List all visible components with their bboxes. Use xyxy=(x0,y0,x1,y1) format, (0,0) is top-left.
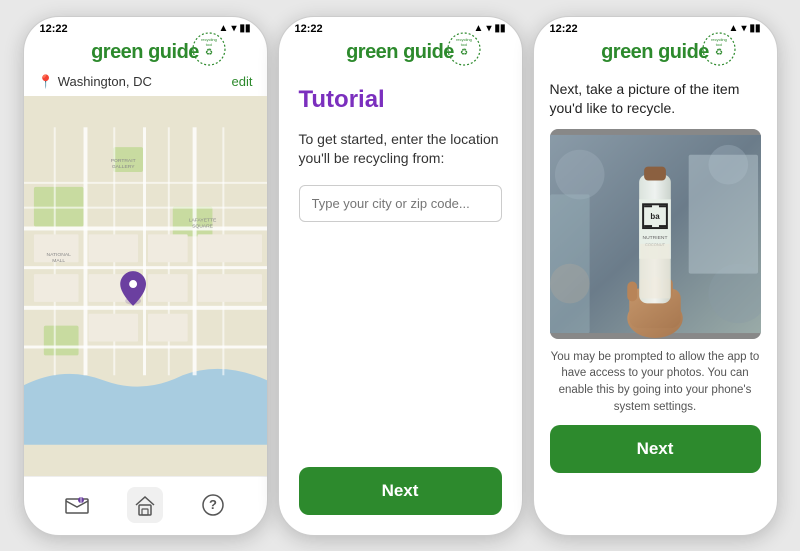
location-left: 📍 Washington, DC xyxy=(38,74,152,90)
tutorial-content: Tutorial To get started, enter the locat… xyxy=(279,70,522,535)
recycling-badge-3: recycling tool ♻ xyxy=(701,31,737,67)
time-3: 12:22 xyxy=(550,23,578,35)
map-area[interactable]: NATIONAL MALL PORTRAIT GALLERY LAFAYETTE… xyxy=(24,96,267,476)
time-1: 12:22 xyxy=(40,23,68,35)
help-nav-icon[interactable]: ? xyxy=(195,487,231,523)
camera-desc-top: Next, take a picture of the item you'd l… xyxy=(550,80,761,119)
battery-icon-3: ▮▮ xyxy=(749,23,760,34)
camera-content: Next, take a picture of the item you'd l… xyxy=(534,70,777,535)
svg-text:ba: ba xyxy=(650,212,660,221)
recycling-badge-2: recycling tool ♻ xyxy=(446,31,482,67)
logo-area-3: green guide recycling tool ♻ xyxy=(601,41,709,64)
svg-text:♻: ♻ xyxy=(460,47,468,57)
status-bar-2: 12:22 ▲ ▾ ▮▮ xyxy=(279,17,522,37)
recycling-badge-1: recycling tool ♻ xyxy=(191,31,227,67)
svg-text:GALLERY: GALLERY xyxy=(111,163,134,169)
logo-area-1: green guide recycling tool ♻ xyxy=(91,41,199,64)
app-header-2: green guide recycling tool ♻ xyxy=(279,37,522,70)
status-bar-3: 12:22 ▲ ▾ ▮▮ xyxy=(534,17,777,37)
home-nav-icon[interactable] xyxy=(127,487,163,523)
location-text: Washington, DC xyxy=(58,74,152,89)
bottom-nav: ? xyxy=(24,476,267,535)
svg-text:♻: ♻ xyxy=(715,47,723,57)
photo-illustration: ba NUTRIENT COCONUT xyxy=(550,129,761,339)
battery-icon-2: ▮▮ xyxy=(494,23,505,34)
svg-text:SQUARE: SQUARE xyxy=(192,223,214,229)
svg-text:PORTRAIT: PORTRAIT xyxy=(110,158,135,164)
wifi-icon-2: ▾ xyxy=(486,23,491,34)
svg-text:LAFAYETTE: LAFAYETTE xyxy=(188,217,216,223)
tutorial-desc: To get started, enter the location you'l… xyxy=(299,130,502,169)
next-button-camera[interactable]: Next xyxy=(550,425,761,473)
camera-desc-bottom: You may be prompted to allow the app to … xyxy=(550,349,761,416)
svg-text:NATIONAL: NATIONAL xyxy=(46,252,71,258)
logo-text-3: green guide xyxy=(601,41,709,64)
logo-area-2: green guide recycling tool ♻ xyxy=(346,41,454,64)
map-nav-icon[interactable] xyxy=(59,487,95,523)
app-header-3: green guide recycling tool ♻ xyxy=(534,37,777,70)
phone-1: 12:22 ▲ ▾ ▮▮ green guide recycling tool … xyxy=(23,16,268,536)
phone-2: 12:22 ▲ ▾ ▮▮ green guide recycling tool … xyxy=(278,16,523,536)
wifi-icon-3: ▾ xyxy=(741,23,746,34)
location-pin-icon: 📍 xyxy=(38,74,54,90)
location-bar: 📍 Washington, DC edit xyxy=(24,70,267,96)
battery-icon: ▮▮ xyxy=(239,23,250,34)
photo-area: ba NUTRIENT COCONUT xyxy=(550,129,761,339)
phone-3: 12:22 ▲ ▾ ▮▮ green guide recycling tool … xyxy=(533,16,778,536)
status-bar-1: 12:22 ▲ ▾ ▮▮ xyxy=(24,17,267,37)
logo-text-2: green guide xyxy=(346,41,454,64)
time-2: 12:22 xyxy=(295,23,323,35)
tutorial-title: Tutorial xyxy=(299,86,502,114)
next-button-tutorial[interactable]: Next xyxy=(299,467,502,515)
app-header-1: green guide recycling tool ♻ xyxy=(24,37,267,70)
wifi-icon: ▾ xyxy=(231,23,236,34)
svg-text:?: ? xyxy=(209,497,217,512)
logo-text-1: green guide xyxy=(91,41,199,64)
svg-text:NUTRIENT: NUTRIENT xyxy=(642,235,667,241)
map-svg: NATIONAL MALL PORTRAIT GALLERY LAFAYETTE… xyxy=(24,96,267,476)
zip-input[interactable] xyxy=(299,185,502,222)
map-screen-content: 📍 Washington, DC edit xyxy=(24,70,267,535)
edit-button[interactable]: edit xyxy=(232,74,253,89)
svg-text:♻: ♻ xyxy=(205,47,213,57)
svg-text:MALL: MALL xyxy=(52,258,65,264)
